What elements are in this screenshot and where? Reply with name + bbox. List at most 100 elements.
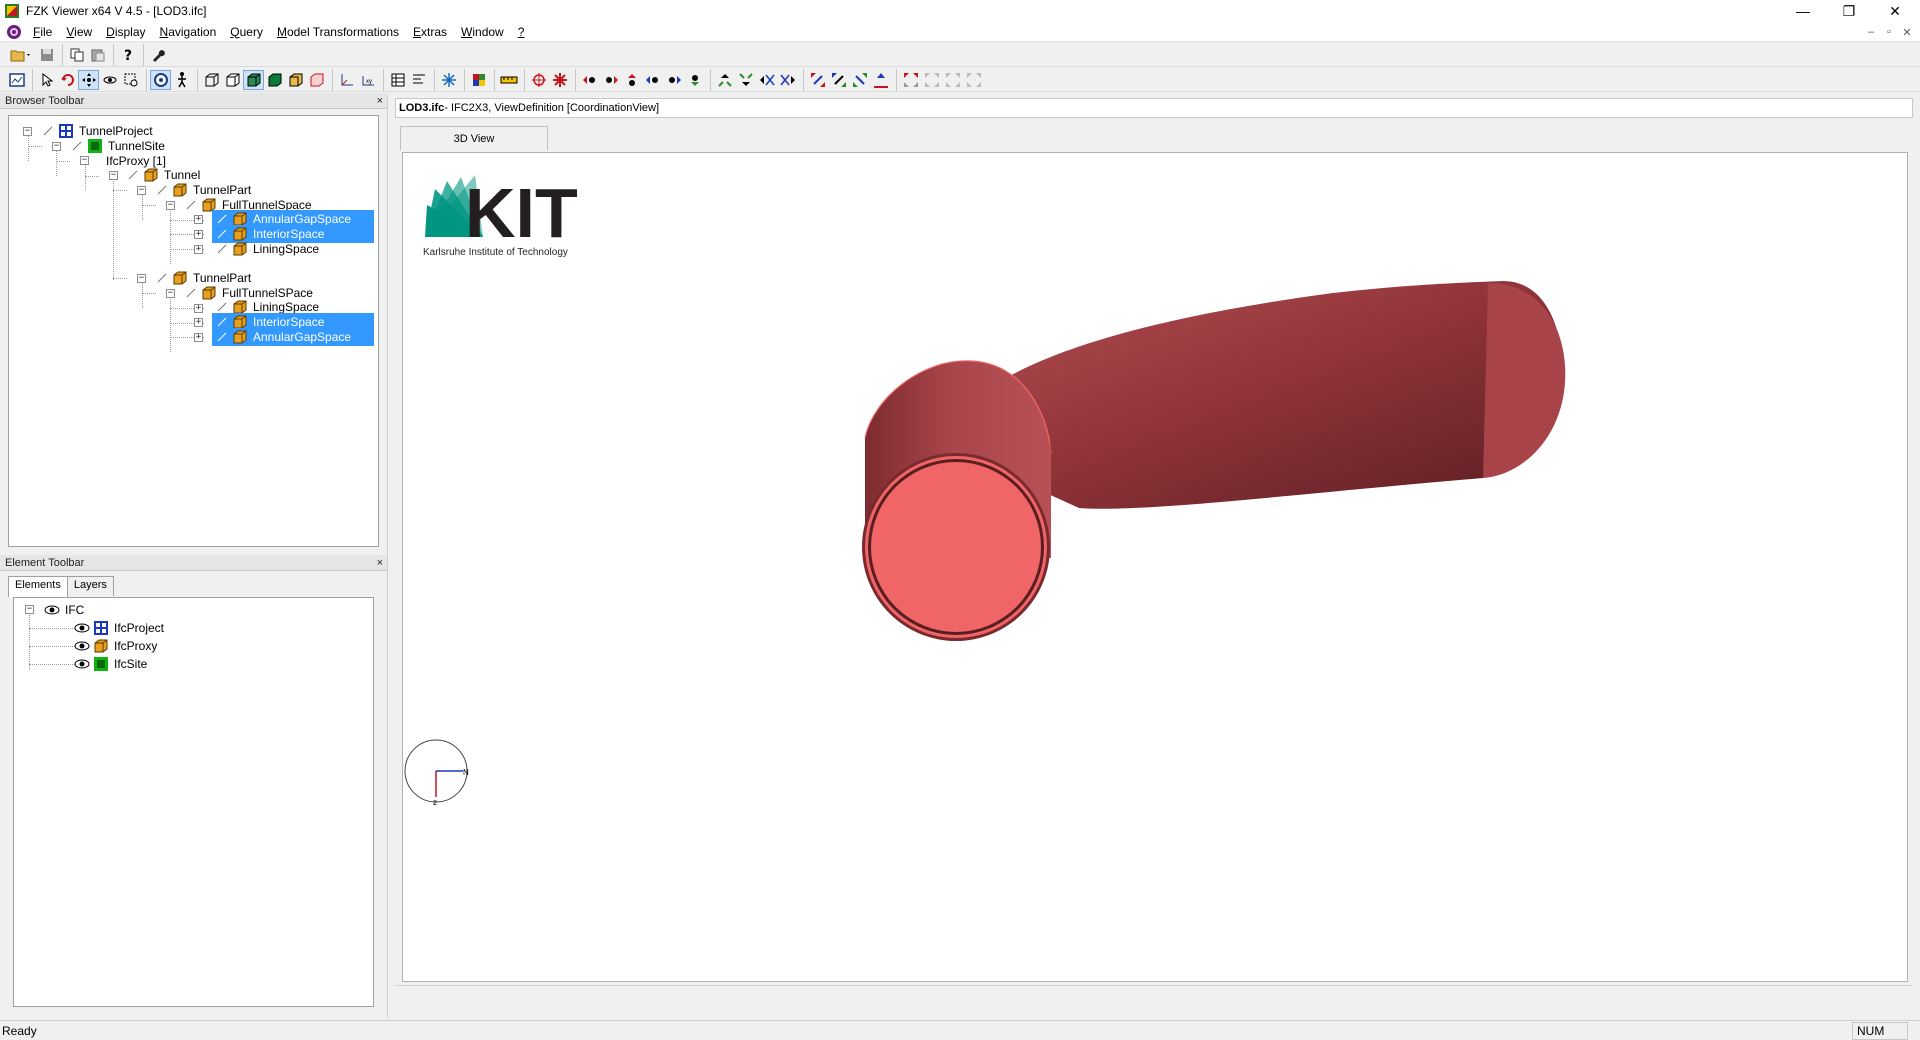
zoom-extents-icon[interactable] (807, 70, 828, 90)
horizontal-scrollbar[interactable] (395, 985, 1913, 1015)
menu-query[interactable]: Query (223, 22, 270, 42)
menu-help[interactable]: ? (511, 22, 532, 42)
eye-icon[interactable] (74, 638, 90, 654)
collapse-toggle[interactable]: − (52, 142, 61, 151)
collapse-toggle[interactable]: − (166, 289, 175, 298)
color-palette-icon[interactable] (468, 70, 489, 90)
rotate-icon[interactable] (57, 70, 78, 90)
eye-icon[interactable] (74, 656, 90, 672)
menu-display[interactable]: Display (99, 22, 152, 42)
wrench-icon[interactable] (147, 45, 168, 65)
orbit-icon[interactable] (99, 70, 120, 90)
move-left-icon[interactable] (756, 70, 777, 90)
menu-navigation[interactable]: Navigation (153, 22, 224, 42)
menu-view[interactable]: View (59, 22, 99, 42)
solid-cube-icon[interactable] (264, 70, 285, 90)
visibility-toggle-icon[interactable] (185, 287, 197, 299)
element-node-ifc-project[interactable]: IfcProject (74, 619, 166, 637)
3d-scene[interactable]: KIT Karlsruhe Institute of Technology N … (403, 153, 1909, 983)
element-node-ifc[interactable]: IFC (44, 601, 86, 619)
visibility-toggle-icon[interactable] (156, 272, 168, 284)
document-icon[interactable] (6, 24, 22, 40)
minimize-button[interactable]: — (1780, 0, 1826, 22)
clip-icon[interactable] (549, 70, 570, 90)
fit-depth-icon[interactable] (963, 70, 984, 90)
help-icon[interactable]: ? (117, 45, 138, 65)
mdi-close-button[interactable]: ✕ (1898, 24, 1916, 40)
close-button[interactable]: ✕ (1872, 0, 1918, 22)
visibility-toggle-icon[interactable] (216, 213, 228, 225)
expand-toggle[interactable]: + (194, 215, 203, 224)
tab-3d-view[interactable]: 3D View (400, 126, 548, 150)
tab-layers[interactable]: Layers (66, 576, 114, 596)
visibility-toggle-icon[interactable] (127, 169, 139, 181)
transparent-cube-icon[interactable] (306, 70, 327, 90)
pane-splitter[interactable] (387, 94, 393, 1018)
expand-toggle[interactable]: + (194, 318, 203, 327)
snapshot-icon[interactable] (6, 70, 27, 90)
tab-elements[interactable]: Elements (8, 576, 68, 597)
menu-file[interactable]: File (26, 22, 59, 42)
fit-all-icon[interactable] (900, 70, 921, 90)
tree-node-lining-space[interactable]: LiningSpace (212, 240, 321, 258)
view-top-icon[interactable] (663, 70, 684, 90)
zoom-out-icon[interactable] (870, 70, 891, 90)
element-toolbar-close-button[interactable]: × (377, 555, 383, 571)
visibility-toggle-icon[interactable] (156, 184, 168, 196)
collapse-toggle[interactable]: − (23, 127, 32, 136)
visibility-toggle-icon[interactable] (185, 199, 197, 211)
walk-icon[interactable] (171, 70, 192, 90)
menu-extras[interactable]: Extras (406, 22, 454, 42)
collapse-toggle[interactable]: − (80, 156, 89, 165)
tunnel-model[interactable] (862, 281, 1566, 641)
mdi-minimize-button[interactable]: – (1862, 24, 1880, 40)
visibility-toggle-icon[interactable] (216, 243, 228, 255)
zoom-window-icon[interactable] (120, 70, 141, 90)
collapse-toggle[interactable]: − (137, 274, 146, 283)
element-node-ifc-site[interactable]: IfcSite (74, 655, 149, 673)
copy-icon[interactable] (66, 45, 87, 65)
zoom-selected-icon[interactable] (828, 70, 849, 90)
expand-toggle[interactable]: + (194, 230, 203, 239)
save-icon[interactable] (36, 45, 57, 65)
wireframe-cube-icon[interactable] (201, 70, 222, 90)
expand-toggle[interactable]: + (194, 304, 203, 313)
view-bottom-icon[interactable] (684, 70, 705, 90)
mdi-restore-button[interactable]: ▫ (1880, 24, 1898, 40)
view-left-icon[interactable] (621, 70, 642, 90)
view-right-icon[interactable] (642, 70, 663, 90)
visibility-toggle-icon[interactable] (216, 331, 228, 343)
view-front-icon[interactable] (579, 70, 600, 90)
eye-icon[interactable] (44, 602, 60, 618)
axes-labels-icon[interactable]: xy (357, 70, 378, 90)
tree-node-annular-gap-space[interactable]: AnnularGapSpace (212, 328, 374, 346)
collapse-toggle[interactable]: − (137, 186, 146, 195)
browser-tree[interactable]: − − − − − − + + + − − + + + TunnelProjec… (8, 115, 379, 547)
pan-icon[interactable] (78, 69, 99, 90)
element-node-ifc-proxy[interactable]: IfcProxy (74, 637, 159, 655)
3d-viewport[interactable]: KIT Karlsruhe Institute of Technology N … (402, 152, 1908, 982)
table-icon[interactable] (387, 70, 408, 90)
fit-width-icon[interactable] (921, 70, 942, 90)
fit-height-icon[interactable] (942, 70, 963, 90)
shaded-cube-icon[interactable] (243, 69, 264, 90)
visibility-toggle-icon[interactable] (216, 316, 228, 328)
list-icon[interactable] (408, 70, 429, 90)
paste-icon[interactable] (87, 45, 108, 65)
expand-toggle[interactable]: + (194, 333, 203, 342)
move-right-icon[interactable] (777, 70, 798, 90)
measure-icon[interactable] (498, 70, 519, 90)
collapse-toggle[interactable]: − (25, 605, 34, 614)
select-arrow-icon[interactable] (36, 70, 57, 90)
zoom-in-icon[interactable] (849, 70, 870, 90)
explode-icon[interactable] (438, 70, 459, 90)
hidden-line-cube-icon[interactable] (222, 70, 243, 90)
restore-button[interactable]: ❐ (1826, 0, 1872, 22)
look-icon[interactable] (150, 69, 171, 90)
expand-toggle[interactable]: + (194, 245, 203, 254)
open-icon[interactable] (6, 45, 36, 65)
menu-window[interactable]: Window (454, 22, 511, 42)
element-tree[interactable]: − IFC IfcProject IfcProxy IfcSite (13, 597, 374, 1007)
view-back-icon[interactable] (600, 70, 621, 90)
eye-icon[interactable] (74, 620, 90, 636)
